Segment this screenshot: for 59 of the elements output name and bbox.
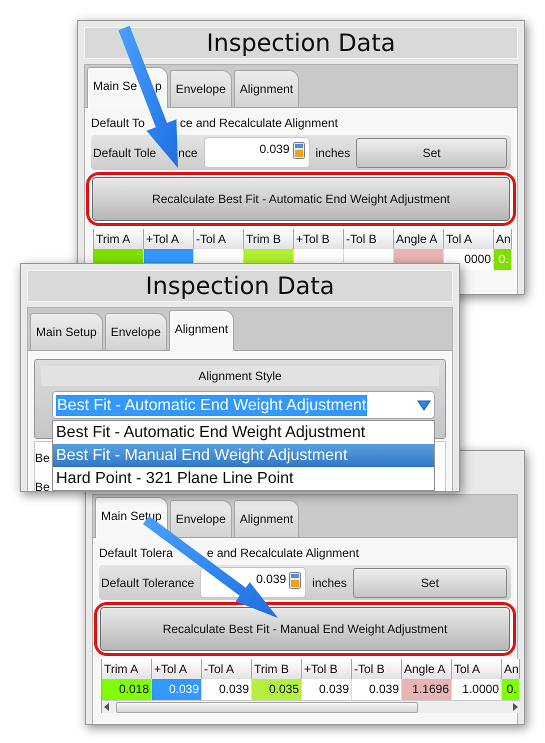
table-cell: 0.039 xyxy=(202,679,252,700)
table-cell: 0.035 xyxy=(252,679,302,700)
table-cell: 0.039 xyxy=(302,679,352,700)
column-header: +Tol A xyxy=(144,229,194,249)
field-label: Default Tole nce xyxy=(93,146,198,160)
column-header: Angle A xyxy=(394,229,444,249)
table-cell: 0.039 xyxy=(352,679,402,700)
tab[interactable]: Alignment xyxy=(234,500,300,537)
table-cell: 0. xyxy=(502,679,520,700)
set-button[interactable]: Set xyxy=(352,568,507,598)
tab[interactable]: Main Setup xyxy=(30,313,103,350)
tolerance-field[interactable]: 0.039 xyxy=(204,137,310,168)
set-button[interactable]: Set xyxy=(356,138,507,168)
column-header: +Tol B xyxy=(294,229,344,249)
scrollbar-thumb[interactable] xyxy=(116,702,418,712)
group-title: Alignment Style xyxy=(41,366,439,386)
calculator-icon[interactable] xyxy=(289,572,302,589)
window-title: Inspection Data xyxy=(206,28,396,58)
recalculate-button[interactable]: Recalculate Best Fit - Automatic End Weight Adjustment xyxy=(92,177,510,221)
field-label: Be xyxy=(35,480,50,491)
column-header: Trim B xyxy=(244,229,294,249)
unit-label: inches xyxy=(312,576,347,590)
table-cell: 0.039 xyxy=(152,679,202,700)
tab[interactable]: Alignment xyxy=(168,310,234,351)
column-header: Trim A xyxy=(94,229,144,249)
tab[interactable]: Envelope xyxy=(170,70,232,107)
table-cell: 0.018 xyxy=(102,679,152,700)
column-header: -Tol A xyxy=(194,229,244,249)
column-header: -Tol A xyxy=(202,659,252,679)
column-header: Trim B xyxy=(252,659,302,679)
field-label: Default Tolerance xyxy=(101,576,194,590)
dropdown-option[interactable]: Best Fit - Automatic End Weight Adjustment xyxy=(53,421,434,444)
field-label: Be xyxy=(35,451,50,465)
unit-label: inches xyxy=(316,146,350,160)
column-header: Angle A xyxy=(402,659,452,679)
scroll-left-icon[interactable] xyxy=(102,702,112,712)
dropdown-option[interactable]: Hard Point - 321 Plane Line Point xyxy=(53,467,434,490)
dropdown-arrow-icon[interactable] xyxy=(417,400,431,410)
section-label: Default Tolera e and Recalculate Alignment xyxy=(99,545,360,562)
table-cell: 1.0000 xyxy=(452,679,502,700)
column-header: -Tol B xyxy=(352,659,402,679)
column-header: Tol A xyxy=(452,659,502,679)
column-header: An xyxy=(502,659,520,679)
column-header: Tol A xyxy=(444,229,494,249)
column-header: +Tol A xyxy=(152,659,202,679)
table-cell: 1.1696 xyxy=(402,679,452,700)
dropdown-option[interactable]: Best Fit - Manual End Weight Adjustment xyxy=(53,444,434,467)
section-label: Default To ce and Recalculate Alignment xyxy=(91,115,339,132)
column-header: -Tol B xyxy=(344,229,394,249)
window-title: Inspection Data xyxy=(146,271,334,301)
table-cell: 0. xyxy=(494,249,512,270)
tab[interactable]: Envelope xyxy=(170,500,232,537)
calculator-icon[interactable] xyxy=(292,142,305,159)
column-header: An xyxy=(494,229,512,249)
tab[interactable]: Alignment xyxy=(234,70,300,107)
recalculate-button[interactable]: Recalculate Best Fit - Manual End Weight Adjustment xyxy=(100,607,510,651)
tab[interactable]: Envelope xyxy=(104,313,167,350)
column-header: Trim A xyxy=(102,659,152,679)
column-header: +Tol B xyxy=(302,659,352,679)
